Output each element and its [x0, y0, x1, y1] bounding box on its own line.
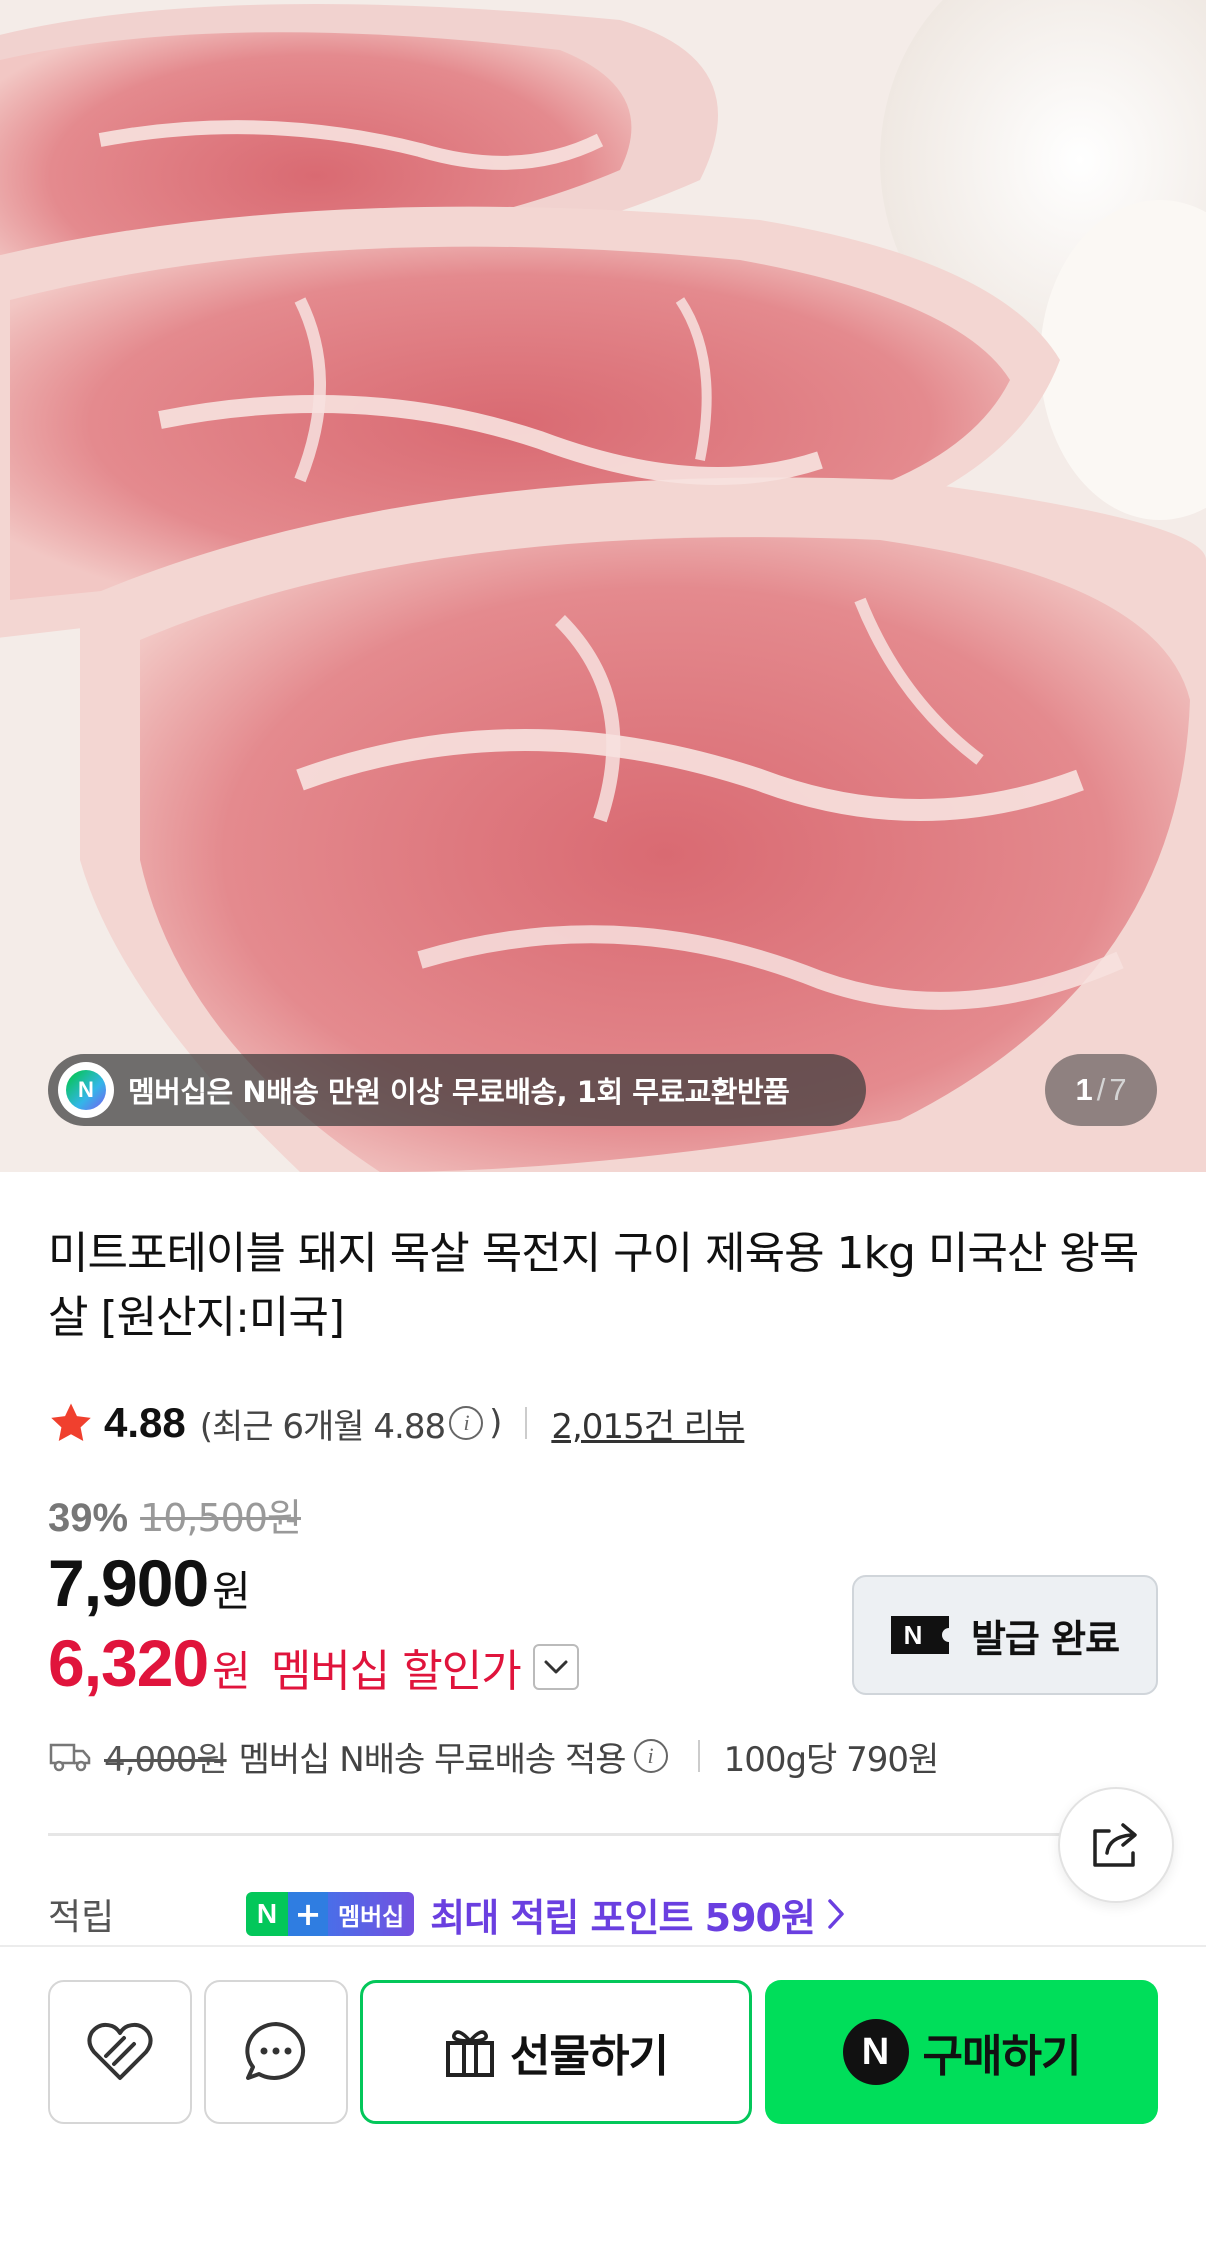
star-icon [51, 1403, 91, 1442]
truck-icon [49, 1743, 91, 1772]
shipping-original-fee: 4,000원 [104, 1739, 228, 1780]
naver-pay-icon: N [842, 2019, 909, 2085]
product-image[interactable]: N 멤버십은 N배송 만원 이상 무료배송, 1회 무료교환반품 1 / 7 [0, 0, 1206, 1172]
shipping-row: 4,000원 멤버십 N배송 무료배송 적용 i 100g당 790원 [48, 1730, 940, 1782]
image-counter-current: 1 [1075, 1072, 1093, 1107]
member-price-unit: 원 [212, 1647, 251, 1696]
buy-label: 구매하기 [922, 2031, 1082, 2082]
points-label: 적립 [48, 1897, 115, 1938]
rating-row: 4.88 (최근 6개월 4.88 i ) 2,015건 리뷰 [48, 1395, 745, 1451]
badge-membership: 멤버십 [328, 1892, 415, 1936]
chat-icon [245, 2022, 306, 2080]
recent-rating-close: ) [489, 1403, 502, 1443]
member-price: 6,320 [48, 1626, 209, 1700]
coupon-label: 발급 완료 [970, 1616, 1120, 1661]
recent-rating-text: (최근 6개월 4.88 [199, 1406, 446, 1447]
image-counter: 1 / 7 [1045, 1054, 1157, 1126]
naver-coupon-icon: N [890, 1616, 949, 1654]
product-title: 미트포테이블 돼지 목살 목전지 구이 제육용 1kg 미국산 왕목살 [원산지… [48, 1228, 1139, 1343]
member-price-label: 멤버십 할인가 [270, 1646, 522, 1697]
chevron-right-icon [828, 1899, 844, 1929]
share-button[interactable] [1058, 1787, 1174, 1903]
nplus-membership-badge: N + 멤버십 [246, 1892, 415, 1936]
discount-percent: 39% [48, 1496, 129, 1540]
sale-price-unit: 원 [212, 1567, 251, 1616]
rating-value: 4.88 [104, 1399, 186, 1446]
discount-row: 39% 10,500원 [48, 1487, 302, 1542]
member-price-row[interactable]: 6,320 원 멤버십 할인가 [48, 1625, 579, 1701]
points-row[interactable]: 적립 N + 멤버십 최대 적립 포인트 590원 [48, 1886, 845, 1942]
badge-n: N [246, 1892, 288, 1936]
shipping-text: 멤버십 N배송 무료배송 적용 [238, 1739, 627, 1780]
badge-plus: + [288, 1892, 328, 1936]
recent-rating: (최근 6개월 4.88 i ) [199, 1399, 503, 1448]
separator [697, 1740, 700, 1772]
gift-label: 선물하기 [510, 2031, 669, 2082]
review-count-link[interactable]: 2,015건 리뷰 [551, 1399, 745, 1448]
chat-button[interactable] [204, 1980, 348, 2124]
max-points-text: 최대 적립 포인트 590원 [430, 1895, 816, 1940]
unit-price: 100g당 790원 [723, 1739, 940, 1780]
gift-button[interactable]: 선물하기 [360, 1980, 752, 2124]
promo-text: 멤버십은 N배송 만원 이상 무료배송, 1회 무료교환반품 [128, 1075, 790, 1109]
membership-promo-banner[interactable]: N 멤버십은 N배송 만원 이상 무료배송, 1회 무료교환반품 [48, 1054, 866, 1126]
sale-price: 7,900 [48, 1546, 209, 1620]
meat-photo [0, 0, 1206, 1172]
image-counter-total: 7 [1109, 1072, 1127, 1107]
buy-button[interactable]: N 구매하기 [765, 1980, 1158, 2124]
price-row: 7,900 원 [48, 1545, 251, 1621]
shipping-info-icon[interactable]: i [633, 1739, 668, 1773]
divider [48, 1833, 1106, 1836]
coupon-issued-button[interactable]: N 발급 완료 [852, 1575, 1158, 1695]
share-icon [1093, 1823, 1137, 1867]
bottom-action-bar: 선물하기 N 구매하기 [0, 1945, 1206, 2253]
naver-membership-icon: N [58, 1062, 114, 1118]
gift-icon [446, 2030, 495, 2077]
image-counter-separator: / [1096, 1072, 1106, 1107]
heart-icon [87, 2022, 153, 2080]
chevron-down-icon[interactable] [532, 1644, 579, 1690]
original-price: 10,500원 [140, 1496, 302, 1540]
info-icon[interactable]: i [449, 1406, 484, 1440]
svg-text:N: N [904, 1620, 923, 1650]
separator [525, 1407, 528, 1439]
wishlist-button[interactable] [48, 1980, 192, 2124]
